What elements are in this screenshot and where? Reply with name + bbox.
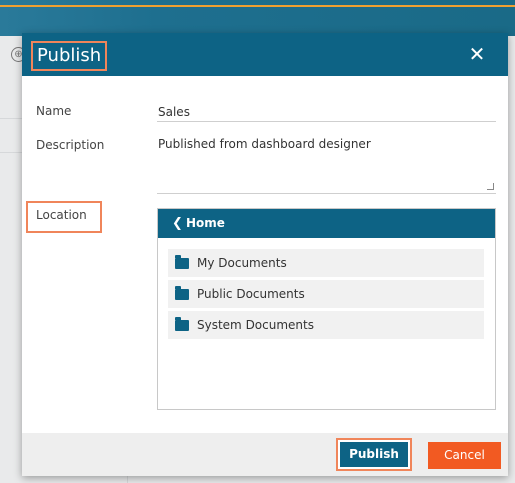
- folder-label: System Documents: [197, 318, 314, 332]
- bg-divider: [0, 118, 22, 119]
- folder-label: My Documents: [197, 256, 287, 270]
- breadcrumb-label: Home: [186, 216, 225, 230]
- close-icon[interactable]: ✕: [466, 43, 488, 65]
- name-input[interactable]: [157, 103, 496, 122]
- folder-icon: [175, 317, 189, 331]
- cancel-button[interactable]: Cancel: [428, 442, 501, 469]
- publish-dialog: Publish ✕ Name Description Published fro…: [22, 33, 508, 476]
- location-browser: ❮ Home My Documents Public Documents Sys…: [157, 208, 496, 410]
- dialog-header: Publish ✕: [22, 33, 508, 76]
- chevron-left-icon[interactable]: ❮: [172, 209, 183, 238]
- folder-icon: [175, 255, 189, 269]
- folder-item-system-documents[interactable]: System Documents: [168, 311, 484, 339]
- resize-grip-icon[interactable]: [487, 183, 494, 190]
- app-top-bar: [0, 0, 515, 36]
- publish-button[interactable]: Publish: [340, 442, 408, 467]
- folder-icon: [175, 286, 189, 300]
- bg-divider: [0, 152, 22, 153]
- location-label: Location: [26, 201, 102, 233]
- folder-item-public-documents[interactable]: Public Documents: [168, 280, 484, 308]
- name-label: Name: [36, 104, 72, 118]
- folder-label: Public Documents: [197, 287, 305, 301]
- breadcrumb-home[interactable]: ❮ Home: [158, 209, 495, 238]
- publish-button-wrapper: Publish: [336, 438, 412, 471]
- bg-divider: [127, 476, 128, 483]
- description-label: Description: [36, 138, 105, 152]
- dialog-footer: Publish Cancel: [22, 433, 508, 476]
- dialog-title: Publish: [31, 41, 108, 71]
- description-textarea[interactable]: Published from dashboard designer: [157, 135, 496, 194]
- top-accent-line: [0, 5, 515, 7]
- folder-item-my-documents[interactable]: My Documents: [168, 249, 484, 277]
